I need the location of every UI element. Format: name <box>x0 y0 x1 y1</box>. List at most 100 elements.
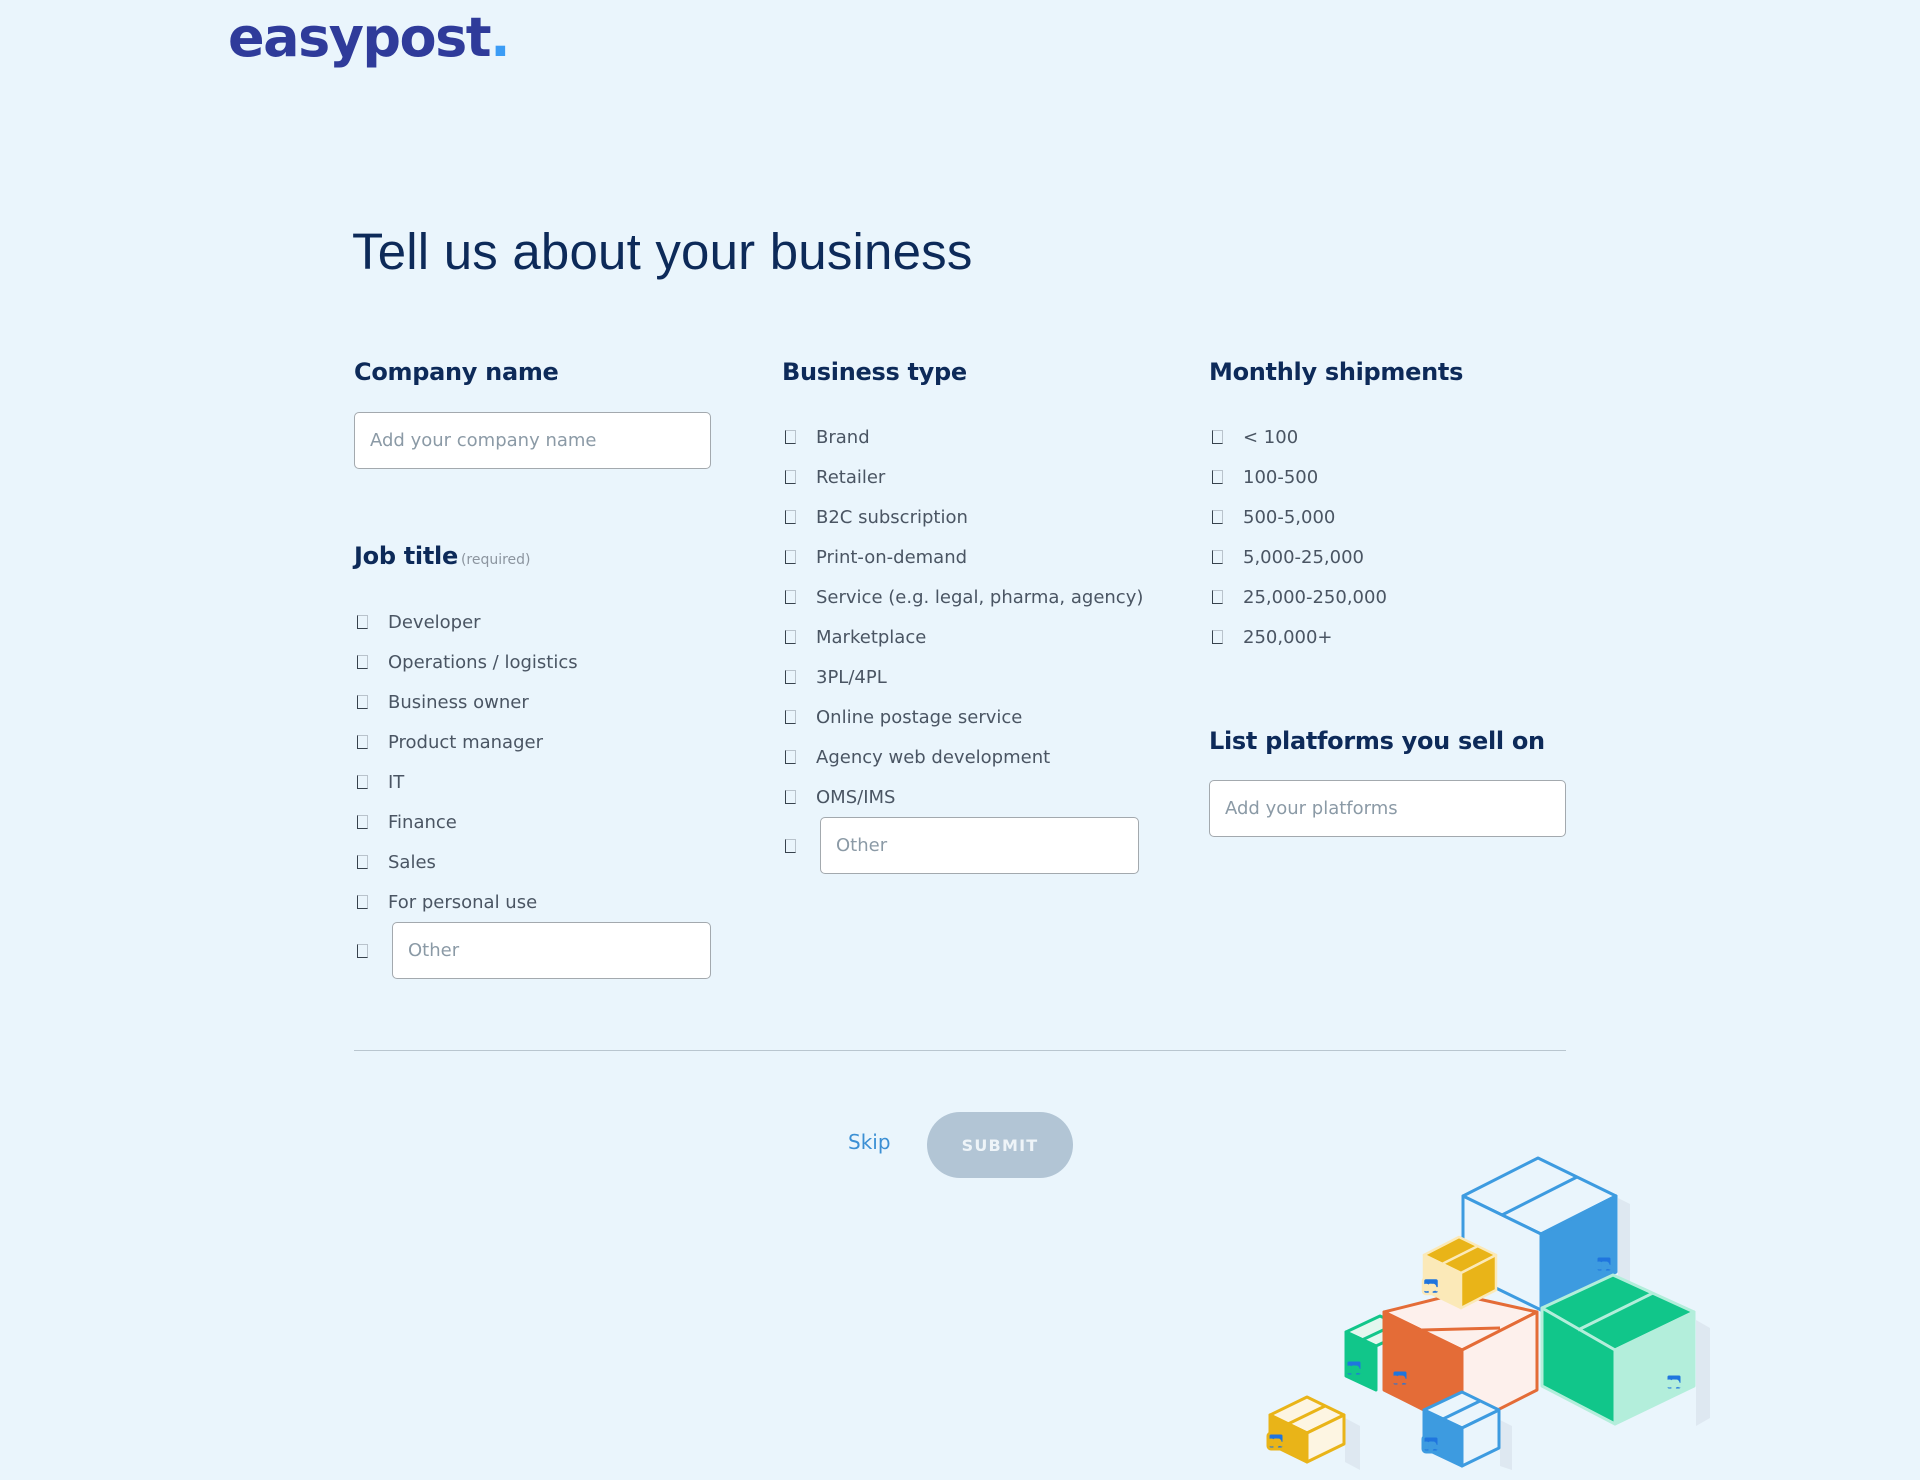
business-type-checkbox[interactable] <box>785 630 796 644</box>
submit-button[interactable]: SUBMIT <box>927 1112 1073 1178</box>
business-type-checkbox[interactable] <box>785 550 796 564</box>
skip-link[interactable]: Skip <box>848 1130 891 1154</box>
job-title-checkbox[interactable] <box>357 855 368 869</box>
company-name-input[interactable] <box>354 412 711 469</box>
ep-badge-icon <box>1390 1368 1410 1388</box>
business-type-checkbox[interactable] <box>785 670 796 684</box>
monthly-shipments-option-label: 25,000-250,000 <box>1243 586 1387 608</box>
business-type-option-label: Online postage service <box>816 706 1023 728</box>
business-type-other-checkbox[interactable] <box>785 838 796 853</box>
business-type-option-label: Brand <box>816 426 870 448</box>
business-type-other-input[interactable] <box>820 817 1139 874</box>
job-title-checkbox[interactable] <box>357 895 368 909</box>
job-title-option[interactable]: For personal use <box>354 882 578 922</box>
business-type-checkbox[interactable] <box>785 470 796 484</box>
job-title-option-label: Operations / logistics <box>388 651 578 673</box>
monthly-shipments-option-label: 100-500 <box>1243 466 1319 488</box>
monthly-shipments-checkbox[interactable] <box>1212 430 1223 444</box>
job-title-options: Developer Operations / logistics Business … <box>354 602 578 922</box>
job-title-option[interactable]: Sales <box>354 842 578 882</box>
monthly-shipments-checkbox[interactable] <box>1212 510 1223 524</box>
business-type-other-row <box>782 817 1139 874</box>
green-box-large <box>1540 1273 1696 1426</box>
monthly-shipments-option-label: 5,000-25,000 <box>1243 546 1365 568</box>
business-type-option[interactable]: 3PL/4PL <box>782 657 1143 697</box>
page-title: Tell us about your business <box>352 223 973 280</box>
monthly-shipments-option[interactable]: < 100 <box>1209 417 1387 457</box>
business-type-option-label: B2C subscription <box>816 506 968 528</box>
logo-dot: . <box>490 6 511 69</box>
ep-badge-icon <box>1594 1254 1614 1274</box>
monthly-shipments-checkbox[interactable] <box>1212 550 1223 564</box>
business-type-option[interactable]: Retailer <box>782 457 1143 497</box>
business-type-checkbox[interactable] <box>785 510 796 524</box>
job-title-other-checkbox[interactable] <box>357 943 368 958</box>
platforms-heading: List platforms you sell on <box>1209 727 1545 755</box>
job-title-option[interactable]: Developer <box>354 602 578 642</box>
job-title-checkbox[interactable] <box>357 615 368 629</box>
monthly-shipments-checkbox[interactable] <box>1212 590 1223 604</box>
monthly-shipments-option[interactable]: 500-5,000 <box>1209 497 1387 537</box>
business-type-option[interactable]: Service (e.g. legal, pharma, agency) <box>782 577 1143 617</box>
monthly-shipments-option[interactable]: 5,000-25,000 <box>1209 537 1387 577</box>
monthly-shipments-checkbox[interactable] <box>1212 470 1223 484</box>
monthly-shipments-checkbox[interactable] <box>1212 630 1223 644</box>
job-title-option[interactable]: Business owner <box>354 682 578 722</box>
easypost-logo[interactable]: easypost. <box>228 6 511 69</box>
job-title-heading: Job title (required) <box>354 542 531 570</box>
required-note: (required) <box>460 552 531 568</box>
business-type-option[interactable]: Online postage service <box>782 697 1143 737</box>
job-title-label: Job title <box>354 542 458 570</box>
business-type-checkbox[interactable] <box>785 750 796 764</box>
monthly-shipments-option-label: 500-5,000 <box>1243 506 1336 528</box>
boxes-illustration: ep. <box>1266 1156 1710 1470</box>
job-title-option-label: IT <box>388 771 405 793</box>
monthly-shipments-option[interactable]: 250,000+ <box>1209 617 1387 657</box>
job-title-option-label: Developer <box>388 611 481 633</box>
job-title-option[interactable]: Finance <box>354 802 578 842</box>
monthly-shipments-option-label: 250,000+ <box>1243 626 1333 648</box>
yellow-box-small <box>1266 1395 1346 1464</box>
business-type-options: Brand Retailer B2C subscription Print-on-de… <box>782 417 1143 817</box>
job-title-checkbox[interactable] <box>357 735 368 749</box>
job-title-checkbox[interactable] <box>357 775 368 789</box>
job-title-option[interactable]: IT <box>354 762 578 802</box>
job-title-option[interactable]: Operations / logistics <box>354 642 578 682</box>
ep-badge-icon <box>1344 1358 1364 1378</box>
business-type-checkbox[interactable] <box>785 710 796 724</box>
job-title-option-label: For personal use <box>388 891 538 913</box>
job-title-checkbox[interactable] <box>357 815 368 829</box>
business-type-option[interactable]: Agency web development <box>782 737 1143 777</box>
job-title-option-label: Sales <box>388 851 436 873</box>
platforms-input[interactable] <box>1209 780 1566 837</box>
company-name-heading: Company name <box>354 358 559 386</box>
ep-badge-icon <box>1421 1276 1441 1296</box>
business-type-option-label: OMS/IMS <box>816 786 896 808</box>
monthly-shipments-option[interactable]: 100-500 <box>1209 457 1387 497</box>
logo-wordmark: easypost <box>228 6 492 69</box>
job-title-option[interactable]: Product manager <box>354 722 578 762</box>
business-type-checkbox[interactable] <box>785 590 796 604</box>
business-type-option[interactable]: Marketplace <box>782 617 1143 657</box>
business-type-option[interactable]: Print-on-demand <box>782 537 1143 577</box>
business-type-option-label: Retailer <box>816 466 886 488</box>
business-type-option-label: 3PL/4PL <box>816 666 887 688</box>
job-title-option-label: Business owner <box>388 691 529 713</box>
business-type-option-label: Marketplace <box>816 626 927 648</box>
business-type-checkbox[interactable] <box>785 790 796 804</box>
job-title-other-row <box>354 922 711 979</box>
business-type-checkbox[interactable] <box>785 430 796 444</box>
ep-badge-icon <box>1266 1431 1286 1451</box>
job-title-checkbox[interactable] <box>357 655 368 669</box>
job-title-option-label: Finance <box>388 811 457 833</box>
business-type-option[interactable]: Brand <box>782 417 1143 457</box>
monthly-shipments-option[interactable]: 25,000-250,000 <box>1209 577 1387 617</box>
job-title-option-label: Product manager <box>388 731 543 753</box>
business-type-option[interactable]: OMS/IMS <box>782 777 1143 817</box>
ep-badge-icon <box>1664 1372 1684 1392</box>
monthly-shipments-option-label: < 100 <box>1243 426 1299 448</box>
business-type-option[interactable]: B2C subscription <box>782 497 1143 537</box>
job-title-checkbox[interactable] <box>357 695 368 709</box>
job-title-other-input[interactable] <box>392 922 711 979</box>
business-type-option-label: Print-on-demand <box>816 546 968 568</box>
